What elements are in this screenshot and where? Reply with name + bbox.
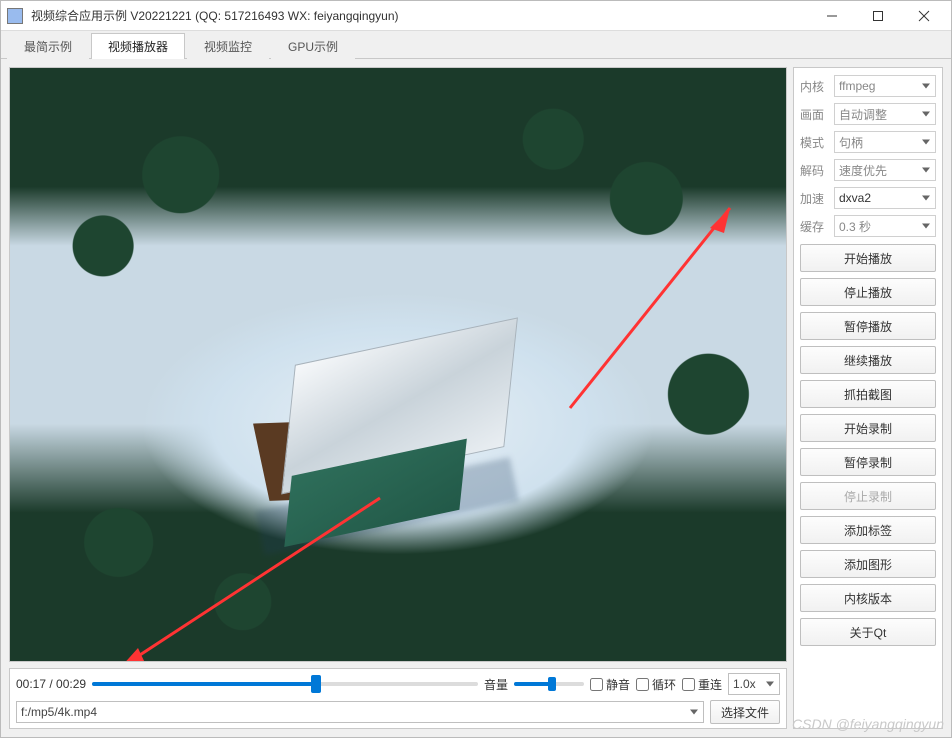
kernel-version-button[interactable]: 内核版本 — [800, 584, 936, 612]
minimize-button[interactable] — [809, 1, 855, 31]
about-qt-button[interactable]: 关于Qt — [800, 618, 936, 646]
titlebar: 视频综合应用示例 V20221221 (QQ: 517216493 WX: fe… — [1, 1, 951, 31]
cache-select[interactable]: 0.3 秒 — [834, 215, 936, 237]
content-area: 00:17 / 00:29 音量 静音 循环 重连 — [1, 59, 951, 737]
start-record-button[interactable]: 开始录制 — [800, 414, 936, 442]
mute-checkbox[interactable]: 静音 — [590, 676, 630, 693]
minimize-icon — [826, 10, 838, 22]
tab-simple[interactable]: 最简示例 — [7, 33, 89, 59]
snapshot-button[interactable]: 抓拍截图 — [800, 380, 936, 408]
video-display[interactable] — [9, 67, 787, 662]
app-icon — [7, 8, 23, 24]
volume-slider[interactable] — [514, 675, 584, 693]
loop-checkbox[interactable]: 循环 — [636, 676, 676, 693]
left-pane: 00:17 / 00:29 音量 静音 循环 重连 — [9, 67, 787, 729]
start-play-button[interactable]: 开始播放 — [800, 244, 936, 272]
maximize-button[interactable] — [855, 1, 901, 31]
close-icon — [918, 10, 930, 22]
tab-gpu[interactable]: GPU示例 — [271, 33, 355, 59]
tab-monitor[interactable]: 视频监控 — [187, 33, 269, 59]
stop-play-button[interactable]: 停止播放 — [800, 278, 936, 306]
mode-select[interactable]: 句柄 — [834, 131, 936, 153]
window-title: 视频综合应用示例 V20221221 (QQ: 517216493 WX: fe… — [31, 7, 809, 24]
resume-play-button[interactable]: 继续播放 — [800, 346, 936, 374]
app-window: 视频综合应用示例 V20221221 (QQ: 517216493 WX: fe… — [0, 0, 952, 738]
tab-bar: 最简示例 视频播放器 视频监控 GPU示例 — [1, 31, 951, 59]
display-select[interactable]: 自动调整 — [834, 103, 936, 125]
time-display: 00:17 / 00:29 — [16, 677, 86, 691]
decode-select[interactable]: 速度优先 — [834, 159, 936, 181]
time-current: 00:17 — [16, 677, 46, 691]
add-shape-button[interactable]: 添加图形 — [800, 550, 936, 578]
add-label-button[interactable]: 添加标签 — [800, 516, 936, 544]
speed-select[interactable]: 1.0x — [728, 673, 780, 695]
pause-record-button[interactable]: 暂停录制 — [800, 448, 936, 476]
progress-slider[interactable] — [92, 675, 478, 693]
tab-player[interactable]: 视频播放器 — [91, 33, 185, 59]
accel-select[interactable]: dxva2 — [834, 187, 936, 209]
option-mode: 模式 句柄 — [800, 130, 936, 154]
kernel-select[interactable]: ffmpeg — [834, 75, 936, 97]
close-button[interactable] — [901, 1, 947, 31]
right-panel: 内核 ffmpeg 画面 自动调整 模式 句柄 解码 速度优先 加速 dxva2… — [793, 67, 943, 729]
option-kernel: 内核 ffmpeg — [800, 74, 936, 98]
pause-play-button[interactable]: 暂停播放 — [800, 312, 936, 340]
time-total: 00:29 — [56, 677, 86, 691]
control-bar: 00:17 / 00:29 音量 静音 循环 重连 — [9, 668, 787, 729]
volume-label: 音量 — [484, 676, 508, 693]
maximize-icon — [872, 10, 884, 22]
reconnect-checkbox[interactable]: 重连 — [682, 676, 722, 693]
choose-file-button[interactable]: 选择文件 — [710, 700, 780, 724]
file-path-input[interactable]: f:/mp5/4k.mp4 — [16, 701, 704, 723]
option-cache: 缓存 0.3 秒 — [800, 214, 936, 238]
stop-record-button[interactable]: 停止录制 — [800, 482, 936, 510]
option-decode: 解码 速度优先 — [800, 158, 936, 182]
option-display: 画面 自动调整 — [800, 102, 936, 126]
option-accel: 加速 dxva2 — [800, 186, 936, 210]
